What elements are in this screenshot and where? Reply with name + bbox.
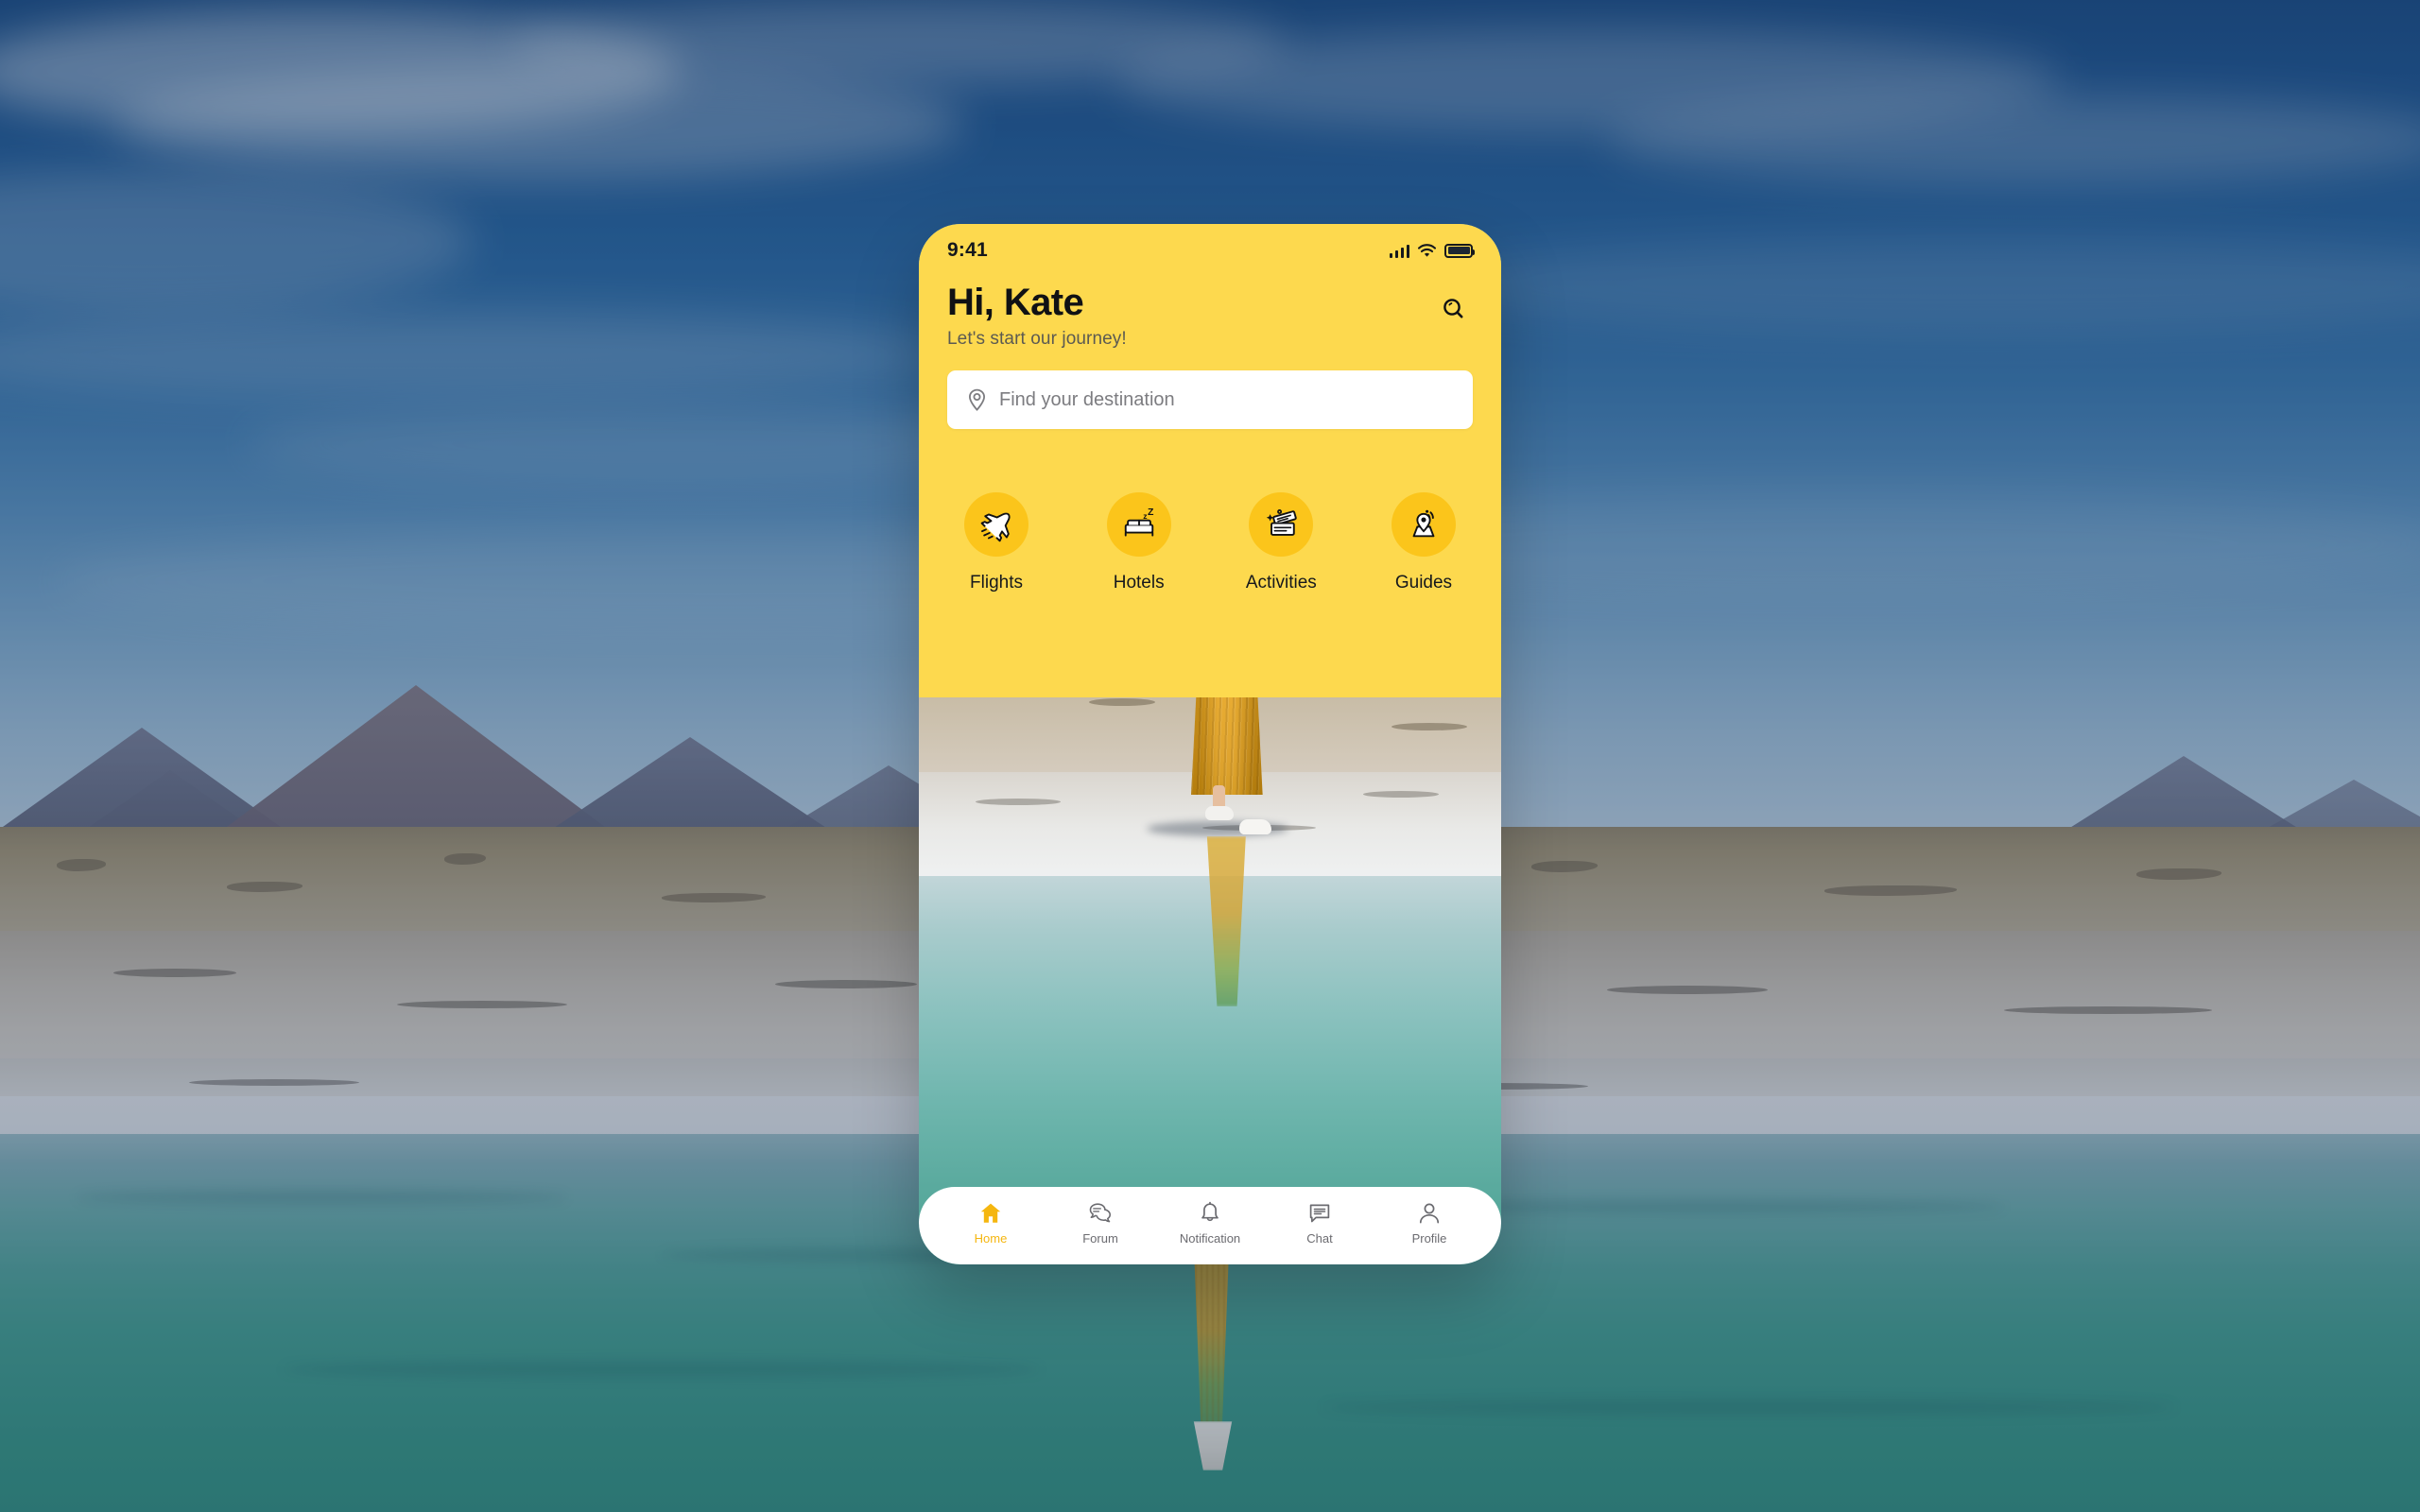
- bottom-navigation: Home Forum Notification Chat Profile: [919, 1187, 1501, 1264]
- cellular-signal-icon: [1389, 244, 1409, 258]
- nav-item-profile[interactable]: Profile: [1390, 1201, 1469, 1246]
- category-row: Flights z Z Hotels Activities Guides: [919, 473, 1501, 697]
- category-label: Activities: [1245, 573, 1317, 593]
- home-icon: [980, 1203, 1001, 1223]
- app-header: 9:41 Hi, Kate Let's start our journey! F…: [919, 224, 1501, 473]
- category-label: Flights: [970, 573, 1023, 593]
- airplane-icon: [964, 492, 1028, 557]
- category-activities[interactable]: Activities: [1226, 492, 1336, 697]
- nav-item-home[interactable]: Home: [951, 1201, 1030, 1246]
- battery-full-icon: [1444, 243, 1475, 258]
- category-label: Guides: [1394, 573, 1453, 593]
- category-label: Hotels: [1113, 573, 1165, 593]
- map-pin-signal-icon: [1391, 492, 1456, 557]
- search-icon[interactable]: [1435, 290, 1473, 328]
- nav-label: Chat: [1306, 1230, 1333, 1246]
- search-placeholder-text: Find your destination: [999, 388, 1175, 410]
- svg-text:Z: Z: [1148, 507, 1154, 518]
- wifi-icon: [1418, 243, 1436, 257]
- nav-label: Notification: [1179, 1230, 1241, 1246]
- person-icon: [1419, 1203, 1440, 1223]
- chat-bubble-icon: [1309, 1204, 1330, 1222]
- search-input[interactable]: Find your destination: [947, 370, 1473, 429]
- nav-item-chat[interactable]: Chat: [1280, 1201, 1359, 1246]
- bell-icon: [1201, 1201, 1219, 1221]
- status-bar: 9:41: [942, 224, 1478, 277]
- forum-bubbles-icon: [1089, 1202, 1112, 1222]
- nav-label: Forum: [1082, 1230, 1118, 1246]
- bed-sleep-icon: z Z: [1106, 492, 1171, 557]
- category-flights[interactable]: Flights: [942, 492, 1051, 697]
- page-subtitle: Let's start our journey!: [947, 329, 1127, 349]
- page-title: Hi, Kate: [947, 282, 1084, 323]
- nav-item-forum[interactable]: Forum: [1061, 1201, 1140, 1246]
- category-guides[interactable]: Guides: [1369, 492, 1478, 697]
- tickets-icon: [1249, 492, 1314, 557]
- svg-text:z: z: [1143, 511, 1147, 521]
- phone-mockup: 9:41 Hi, Kate Let's start our journey! F…: [919, 224, 1501, 1264]
- nav-item-notification[interactable]: Notification: [1170, 1201, 1250, 1246]
- nav-label: Home: [974, 1230, 1008, 1246]
- nav-label: Profile: [1411, 1230, 1447, 1246]
- category-hotels[interactable]: z Z Hotels: [1084, 492, 1194, 697]
- location-pin-icon: [968, 388, 986, 411]
- status-bar-time: 9:41: [947, 239, 988, 261]
